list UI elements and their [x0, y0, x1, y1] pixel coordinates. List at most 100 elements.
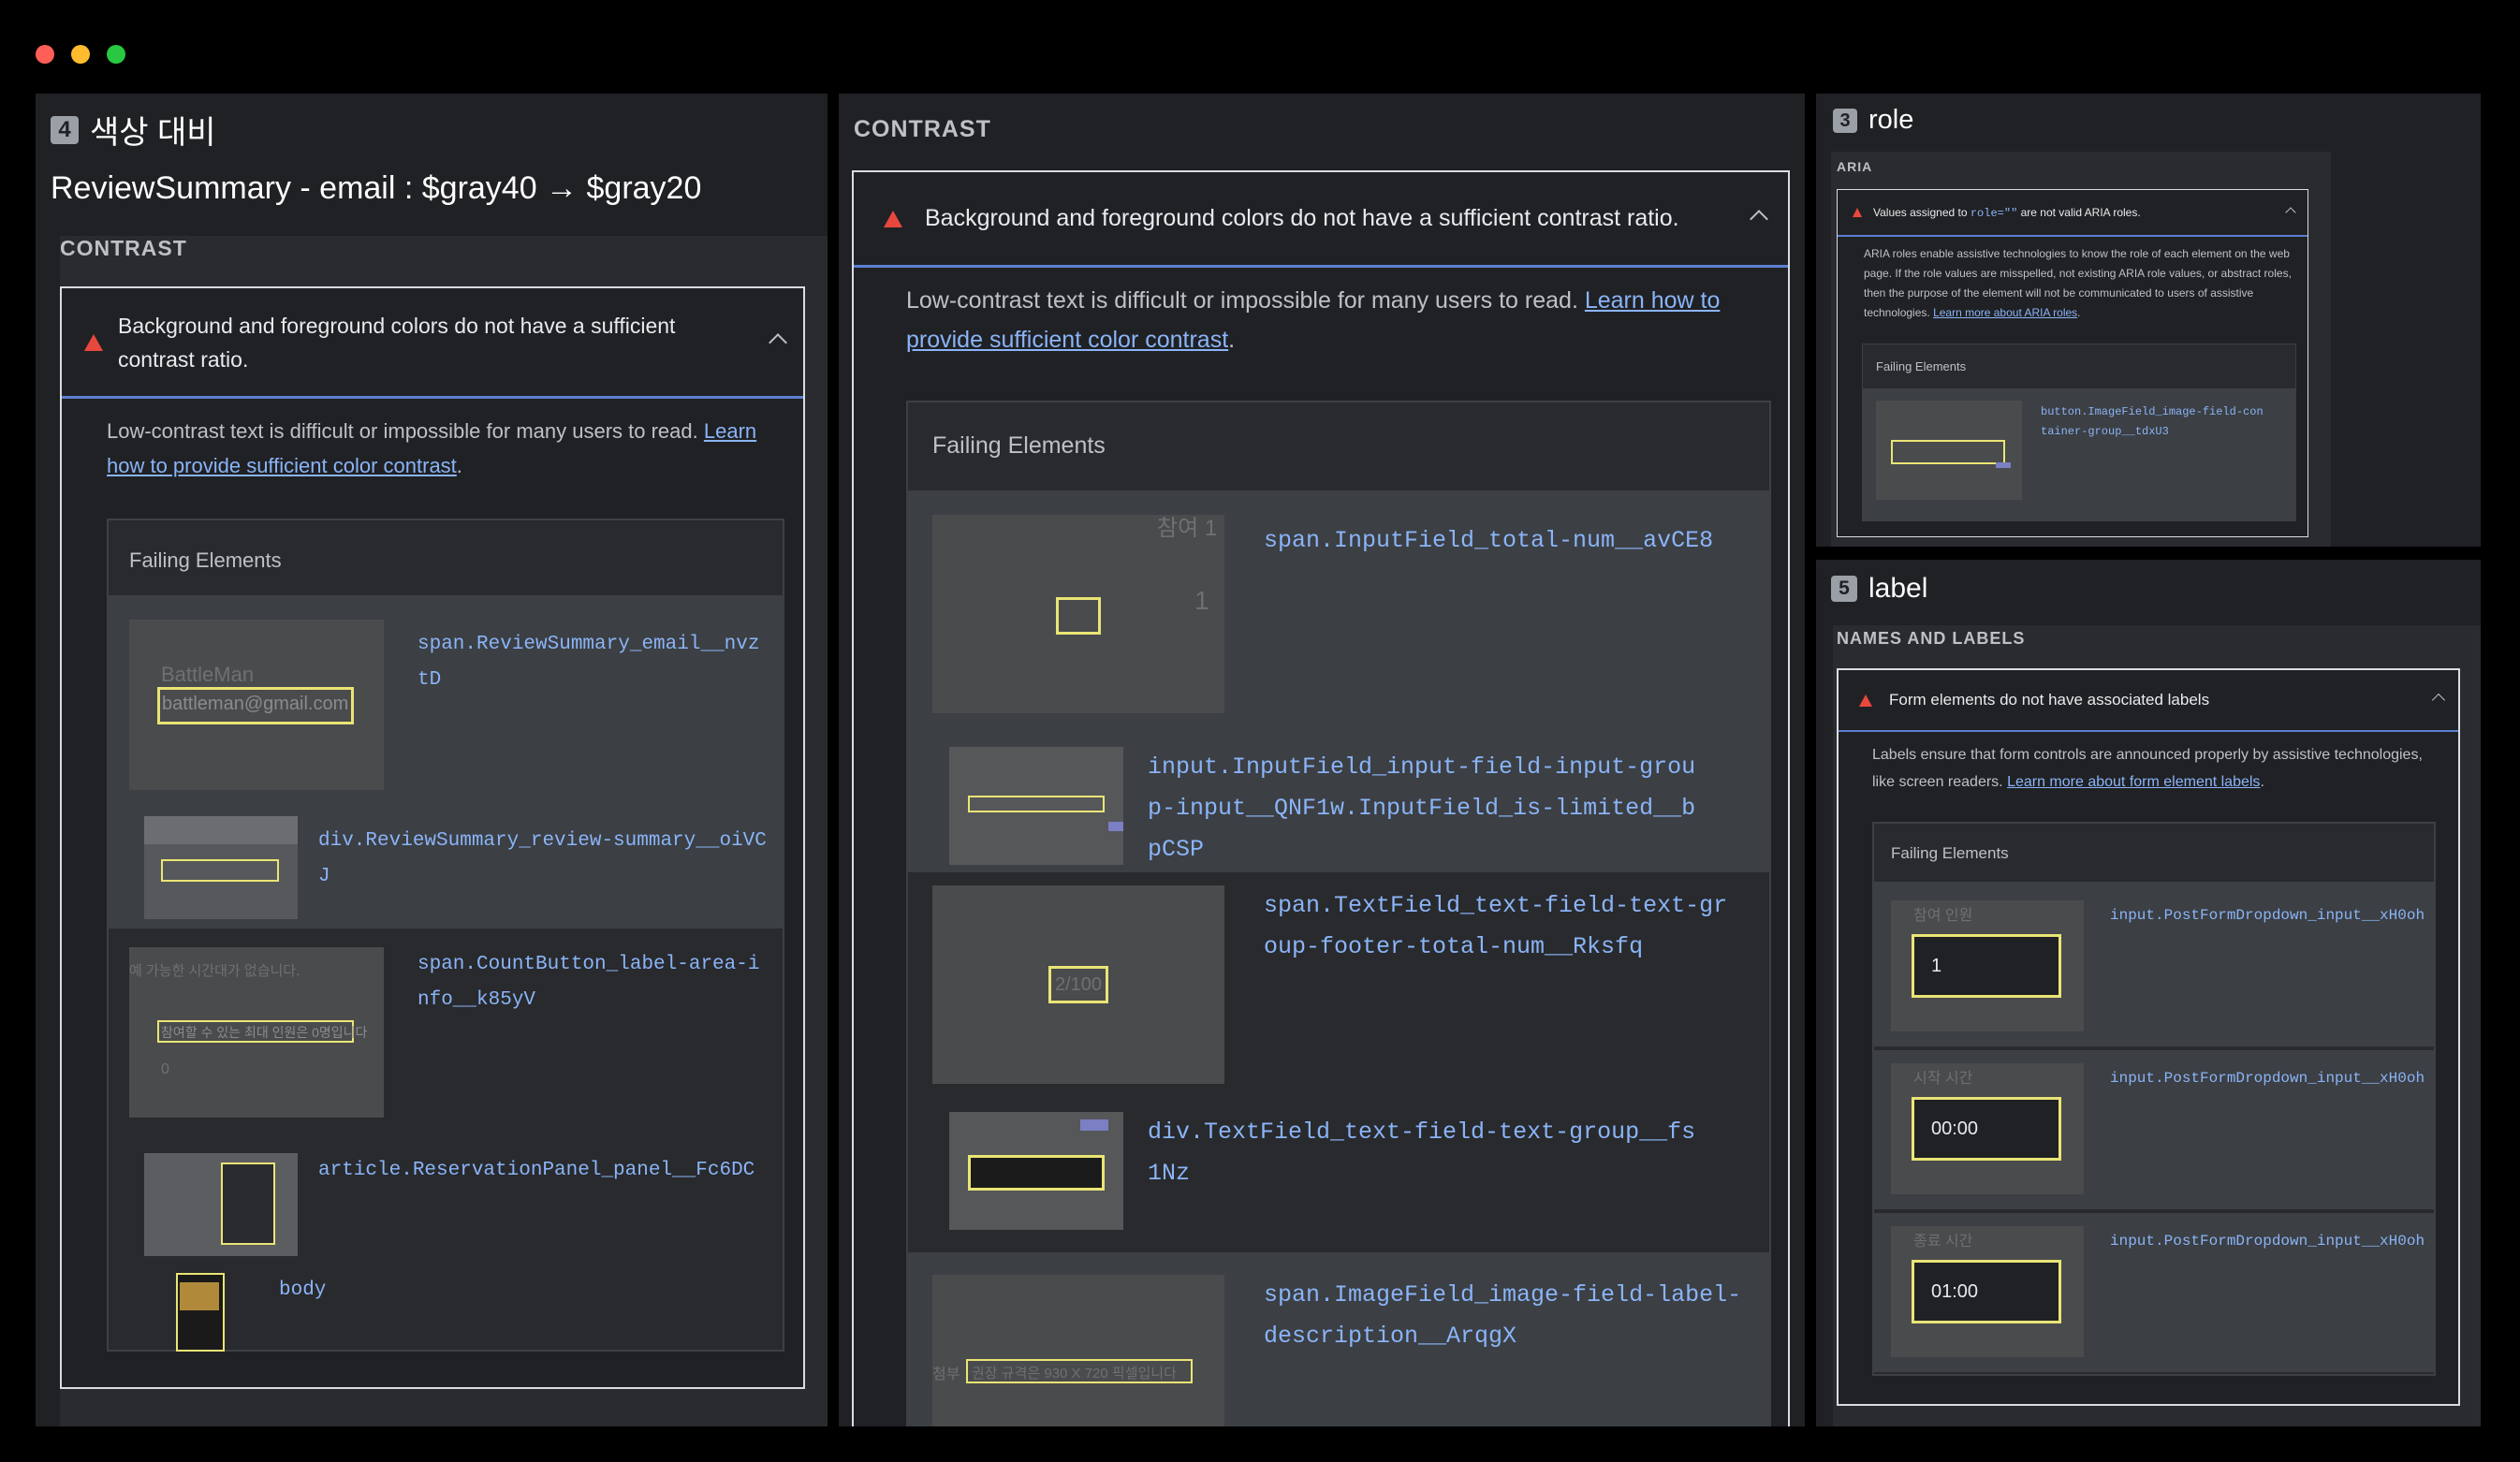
element-thumbnail — [176, 1273, 225, 1352]
minimize-window-button[interactable] — [71, 45, 90, 64]
highlight-box: 01:00 — [1912, 1260, 2061, 1323]
failing-element-row[interactable]: article.ReservationPanel_panel__Fc6DC — [144, 1153, 768, 1256]
audit-header[interactable]: Background and foreground colors do not … — [854, 172, 1788, 268]
audit-title: Background and foreground colors do not … — [925, 205, 1679, 231]
element-selector[interactable]: input.PostFormDropdown_input__xH0oh — [2110, 1067, 2425, 1089]
form-labels-audit[interactable]: Form elements do not have associated lab… — [1837, 668, 2460, 1406]
highlight-box — [968, 796, 1105, 812]
description-end: . — [2077, 306, 2081, 319]
thumbnail-value: 1 — [1931, 955, 1942, 976]
audit-title: Values assigned to role="" are not valid… — [1873, 206, 2287, 220]
element-selector[interactable]: div.ReviewSummary_review-summary__oiVCJ — [318, 824, 768, 895]
failing-group: 시작 시간 00:00 input.PostFormDropdown_input… — [1874, 1046, 2434, 1209]
collapse-chevron-icon[interactable] — [769, 332, 787, 352]
failing-group: 첨부 권장 규격은 930 X 720 픽셀입니다 span.ImageFiel… — [908, 1252, 1769, 1426]
issue-subheading: ReviewSummary - email : $gray40 → $gray2… — [51, 170, 702, 206]
warning-icon — [84, 333, 103, 351]
failing-element-row[interactable]: body — [176, 1273, 326, 1352]
failing-group: 2/100 span.TextField_text-field-text-gro… — [908, 872, 1769, 1252]
section-heading: 4 색상 대비 — [51, 107, 216, 153]
description-end: . — [2260, 774, 2264, 790]
collapse-chevron-icon[interactable] — [1750, 209, 1768, 228]
failing-elements-table: Failing Elements 참여 인원 1 input.PostFormD… — [1872, 822, 2436, 1376]
element-selector[interactable]: span.InputField_total-num__avCE8 — [1264, 520, 1751, 562]
element-selector[interactable]: span.ImageField_image-field-label-descri… — [1264, 1275, 1751, 1357]
contrast-audit[interactable]: Background and foreground colors do not … — [852, 170, 1790, 1426]
failing-element-row[interactable]: div.TextField_text-field-text-group__fs1… — [949, 1112, 1709, 1230]
close-window-button[interactable] — [36, 45, 54, 64]
element-selector[interactable]: span.CountButton_label-area-info__k85yV — [418, 947, 766, 1018]
audit-title-text: are not valid ARIA roles. — [2017, 205, 2141, 219]
failing-group: 종료 시간 01:00 input.PostFormDropdown_input… — [1874, 1209, 2434, 1372]
element-selector[interactable]: input.InputField_input-field-input-group… — [1148, 747, 1709, 870]
element-thumbnail: 참여 인원 1 — [1891, 900, 2084, 1031]
element-thumbnail — [144, 1153, 298, 1256]
audit-description: ARIA roles enable assistive technologies… — [1864, 244, 2298, 323]
contrast-audit[interactable]: Background and foreground colors do not … — [60, 286, 805, 1389]
failing-elements-table: Failing Elements BattleMan battleman@gma… — [107, 519, 784, 1352]
highlight-box: 1 — [1912, 934, 2061, 998]
element-selector[interactable]: span.ReviewSummary_email__nvztD — [418, 627, 766, 698]
failing-element-row[interactable]: 2/100 span.TextField_text-field-text-gro… — [932, 885, 1732, 1084]
element-thumbnail — [144, 816, 298, 919]
failing-element-row[interactable]: 참여 1 1 span.InputField_total-num__avCE8 — [932, 515, 1751, 713]
section-number-badge: 5 — [1831, 576, 1857, 602]
element-thumbnail: 예 가능한 시간대가 없습니다. 참여할 수 있는 최대 인원은 0명입니다 0 — [129, 947, 384, 1118]
element-thumbnail — [1876, 401, 2022, 500]
failing-element-row[interactable]: 참여 인원 1 input.PostFormDropdown_input__xH… — [1891, 900, 2425, 1031]
failing-element-row[interactable]: 종료 시간 01:00 input.PostFormDropdown_input… — [1891, 1226, 2425, 1357]
thumbnail-text: 예 가능한 시간대가 없습니다. — [129, 963, 300, 979]
element-thumbnail — [949, 1112, 1123, 1230]
element-thumbnail: 2/100 — [932, 885, 1224, 1084]
element-thumbnail — [949, 747, 1123, 865]
audit-header[interactable]: Background and foreground colors do not … — [62, 288, 803, 399]
failing-elements-title: Failing Elements — [1874, 824, 2434, 884]
audit-header[interactable]: Form elements do not have associated lab… — [1839, 670, 2458, 732]
failing-group: 참여 인원 1 input.PostFormDropdown_input__xH… — [1874, 884, 2434, 1046]
warning-icon — [1859, 694, 1872, 707]
element-selector[interactable]: body — [279, 1273, 326, 1308]
failing-element-row[interactable]: BattleMan battleman@gmail.com span.Revie… — [129, 620, 766, 790]
thumbnail-text: 종료 시간 — [1913, 1234, 1973, 1250]
learn-labels-link[interactable]: Learn more about form element labels — [2007, 774, 2260, 790]
element-selector[interactable]: div.TextField_text-field-text-group__fs1… — [1148, 1112, 1709, 1194]
window-controls — [36, 45, 125, 64]
thumbnail-value: 00:00 — [1931, 1118, 1979, 1139]
collapse-chevron-icon[interactable] — [2431, 693, 2446, 708]
thumbnail-text: 참여할 수 있는 최대 인원은 0명입니다 — [161, 1025, 368, 1040]
failing-elements-title: Failing Elements — [908, 402, 1769, 492]
failing-element-row[interactable]: 첨부 권장 규격은 930 X 720 픽셀입니다 span.ImageFiel… — [932, 1275, 1751, 1426]
element-selector[interactable]: span.TextField_text-field-text-group-foo… — [1264, 885, 1732, 968]
failing-element-row[interactable]: button.ImageField_image-field-container-… — [1876, 401, 2265, 500]
section-title: label — [1868, 573, 1928, 604]
description-text: Low-contrast text is difficult or imposs… — [107, 419, 704, 443]
section-title: 색상 대비 — [90, 115, 216, 151]
highlight-box — [1891, 440, 2005, 464]
thumbnail-text: BattleMan — [161, 663, 255, 686]
learn-aria-link[interactable]: Learn more about ARIA roles — [1933, 306, 2077, 319]
failing-element-row[interactable]: input.InputField_input-field-input-group… — [949, 747, 1709, 870]
audit-title-text: Values assigned to — [1873, 205, 1971, 219]
zoom-window-button[interactable] — [107, 45, 125, 64]
element-selector[interactable]: article.ReservationPanel_panel__Fc6DC — [318, 1153, 768, 1189]
aria-role-audit[interactable]: Values assigned to role="" are not valid… — [1837, 189, 2308, 537]
highlight-box: 00:00 — [1912, 1097, 2061, 1161]
failing-element-row[interactable]: div.ReviewSummary_review-summary__oiVCJ — [144, 816, 768, 919]
highlight-box — [968, 1155, 1105, 1191]
element-thumbnail: 시작 시간 00:00 — [1891, 1063, 2084, 1194]
element-thumbnail: BattleMan battleman@gmail.com — [129, 620, 384, 790]
category-label: CONTRAST — [854, 116, 991, 142]
collapse-chevron-icon[interactable] — [2285, 207, 2296, 218]
warning-icon — [884, 210, 902, 227]
element-selector[interactable]: input.PostFormDropdown_input__xH0oh — [2110, 904, 2425, 927]
category-label: CONTRAST — [60, 236, 187, 260]
failing-element-row[interactable]: 예 가능한 시간대가 없습니다. 참여할 수 있는 최대 인원은 0명입니다 0… — [129, 947, 766, 1118]
element-selector[interactable]: input.PostFormDropdown_input__xH0oh — [2110, 1230, 2425, 1252]
failing-element-row[interactable]: 시작 시간 00:00 input.PostFormDropdown_input… — [1891, 1063, 2425, 1194]
audit-header[interactable]: Values assigned to role="" are not valid… — [1838, 190, 2308, 237]
element-selector[interactable]: button.ImageField_image-field-container-… — [2041, 402, 2265, 442]
failing-group: BattleMan battleman@gmail.com span.Revie… — [109, 597, 783, 928]
category-label: NAMES AND LABELS — [1837, 629, 2026, 648]
highlight-box — [1056, 597, 1101, 635]
highlight-box — [176, 1273, 225, 1352]
